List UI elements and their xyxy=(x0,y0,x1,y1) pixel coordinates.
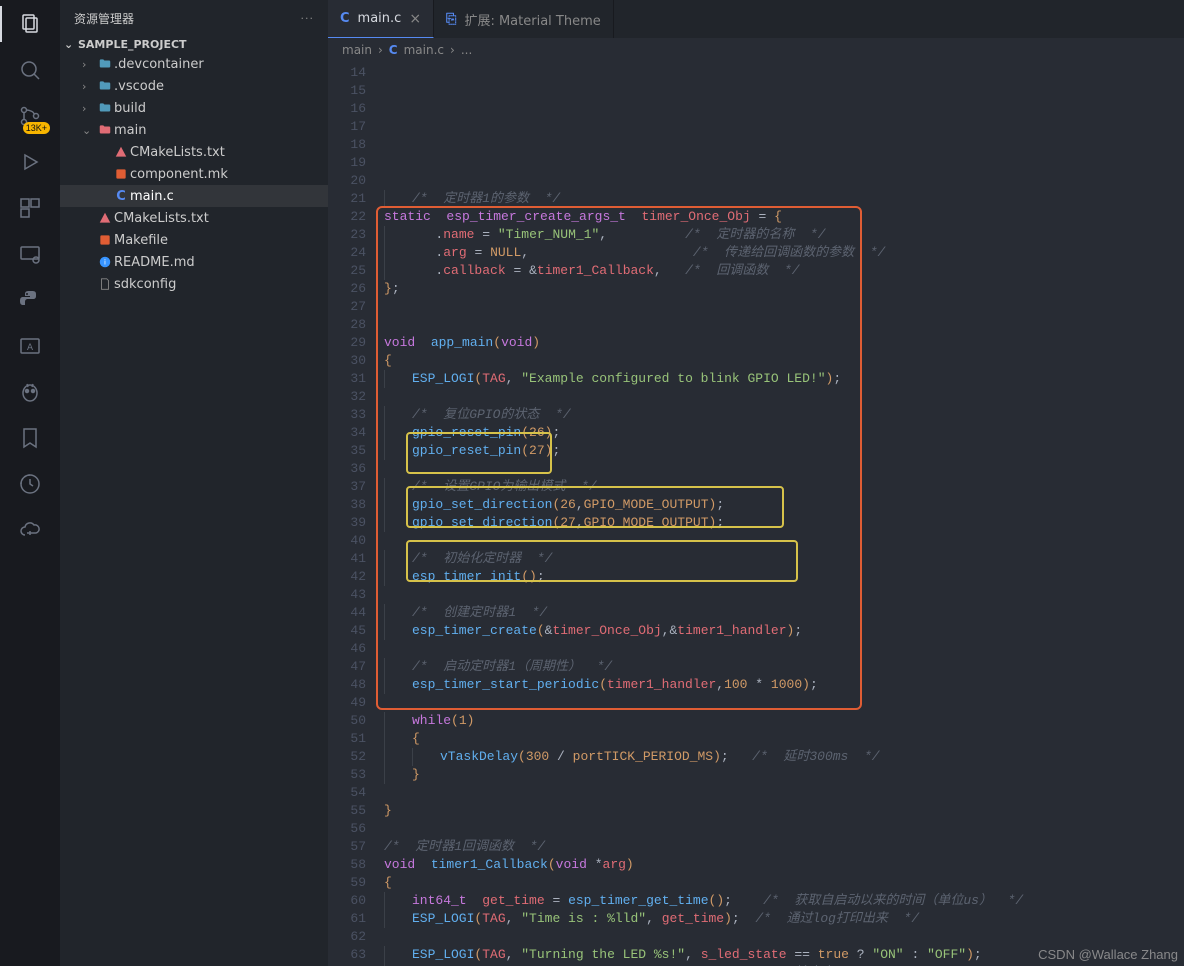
tab-label: 扩展: Material Theme xyxy=(464,10,600,29)
explorer-sidebar: 资源管理器 ··· ⌄ SAMPLE_PROJECT ›.devcontaine… xyxy=(60,0,328,966)
tree-item-Makefile[interactable]: Makefile xyxy=(60,229,328,251)
more-icon[interactable]: ··· xyxy=(301,12,315,25)
source-control-icon[interactable]: 13K+ xyxy=(16,102,44,130)
crumb-file: main.c xyxy=(404,43,444,57)
code-line[interactable]: { xyxy=(384,730,1184,748)
sidebar-header: 资源管理器 ··· xyxy=(60,0,328,36)
code-line[interactable]: vTaskDelay(300 / portTICK_PERIOD_MS); /*… xyxy=(384,748,1184,766)
tab-main-c[interactable]: Cmain.c × xyxy=(328,0,434,38)
code-line[interactable] xyxy=(384,928,1184,946)
tree-item-label: build xyxy=(114,101,146,116)
tree-item-label: README.md xyxy=(114,255,195,270)
file-icon: i xyxy=(96,255,114,269)
run-debug-icon[interactable] xyxy=(16,148,44,176)
tree-item-sdkconfig[interactable]: sdkconfig xyxy=(60,273,328,295)
file-icon xyxy=(96,233,114,247)
tree-item-label: .devcontainer xyxy=(114,57,204,72)
file-icon xyxy=(112,167,130,181)
tree-item--devcontainer[interactable]: ›.devcontainer xyxy=(60,53,328,75)
file-icon: C xyxy=(112,189,130,204)
code-line[interactable]: { xyxy=(384,874,1184,892)
tree-item-build[interactable]: ›build xyxy=(60,97,328,119)
file-icon xyxy=(96,277,114,291)
code-line[interactable]: } xyxy=(384,802,1184,820)
cloud-icon[interactable] xyxy=(16,516,44,544)
tab-icon: ⎘ xyxy=(446,12,456,27)
tree-item-label: main.c xyxy=(130,189,174,204)
highlight-yellow-box-1 xyxy=(406,432,552,474)
tree-item-label: main xyxy=(114,123,146,138)
sidebar-title: 资源管理器 xyxy=(74,10,134,27)
timeline-icon[interactable] xyxy=(16,470,44,498)
tab-icon: C xyxy=(340,11,350,26)
crumb-more: ... xyxy=(461,43,472,57)
file-icon xyxy=(112,145,130,159)
file-icon xyxy=(96,211,114,225)
remote-icon[interactable] xyxy=(16,240,44,268)
file-icon xyxy=(96,101,114,115)
tree-item-label: .vscode xyxy=(114,79,164,94)
c-file-icon: C xyxy=(389,43,398,57)
tree-item-label: sdkconfig xyxy=(114,277,176,292)
code-line[interactable]: } xyxy=(384,766,1184,784)
project-header[interactable]: ⌄ SAMPLE_PROJECT xyxy=(60,36,328,53)
platformio-icon[interactable] xyxy=(16,378,44,406)
tree-item--vscode[interactable]: ›.vscode xyxy=(60,75,328,97)
tree-item-label: CMakeLists.txt xyxy=(130,145,225,160)
tree-item-label: Makefile xyxy=(114,233,168,248)
code-line[interactable] xyxy=(384,784,1184,802)
file-icon xyxy=(96,57,114,71)
extensions-icon[interactable] xyxy=(16,194,44,222)
highlight-yellow-box-2 xyxy=(406,486,784,528)
activity-bar: 13K+ A xyxy=(0,0,60,966)
code-editor[interactable]: 1415161718192021222324252627282930313233… xyxy=(328,62,1184,966)
tree-item-CMakeLists-txt[interactable]: CMakeLists.txt xyxy=(60,141,328,163)
bookmark-icon[interactable] xyxy=(16,424,44,452)
file-tree: ›.devcontainer›.vscode›build⌄main CMakeLi… xyxy=(60,53,328,295)
code-line[interactable]: ESP_LOGI(TAG, "Time is : %lld", get_time… xyxy=(384,910,1184,928)
file-icon xyxy=(96,79,114,93)
breadcrumb[interactable]: main › C main.c › ... xyxy=(328,38,1184,62)
tree-item-label: component.mk xyxy=(130,167,228,182)
output-icon[interactable]: A xyxy=(16,332,44,360)
scm-badge: 13K+ xyxy=(23,122,50,134)
tree-item-label: CMakeLists.txt xyxy=(114,211,209,226)
tab-label: main.c xyxy=(358,11,402,26)
tab-bar: Cmain.c × ⎘ 扩展: Material Theme xyxy=(328,0,1184,38)
editor-area: Cmain.c × ⎘ 扩展: Material Theme main › C mai… xyxy=(328,0,1184,966)
tree-item-component-mk[interactable]: component.mk xyxy=(60,163,328,185)
svg-text:i: i xyxy=(104,258,106,266)
code-line[interactable]: void timer1_Callback(void *arg) xyxy=(384,856,1184,874)
svg-text:A: A xyxy=(27,343,33,354)
code-line[interactable]: while(1) xyxy=(384,712,1184,730)
tree-item-main-c[interactable]: Cmain.c xyxy=(60,185,328,207)
code-content[interactable]: /* 定时器1的参数 */static esp_timer_create_arg… xyxy=(384,62,1184,966)
search-icon[interactable] xyxy=(16,56,44,84)
crumb-folder: main xyxy=(342,43,372,57)
close-icon[interactable]: × xyxy=(409,11,421,27)
code-line[interactable]: /* 定时器1回调函数 */ xyxy=(384,838,1184,856)
highlight-yellow-box-3 xyxy=(406,540,798,582)
tree-item-CMakeLists-txt[interactable]: CMakeLists.txt xyxy=(60,207,328,229)
explorer-icon[interactable] xyxy=(16,10,44,38)
file-icon xyxy=(96,123,114,137)
tree-item-README-md[interactable]: i README.md xyxy=(60,251,328,273)
tree-item-main[interactable]: ⌄main xyxy=(60,119,328,141)
code-line[interactable] xyxy=(384,820,1184,838)
project-name: SAMPLE_PROJECT xyxy=(78,38,187,51)
python-icon[interactable] xyxy=(16,286,44,314)
watermark: CSDN @Wallace Zhang xyxy=(1038,947,1178,962)
code-line[interactable]: int64_t get_time = esp_timer_get_time();… xyxy=(384,892,1184,910)
tab--Material-Theme[interactable]: ⎘ 扩展: Material Theme xyxy=(434,0,614,38)
